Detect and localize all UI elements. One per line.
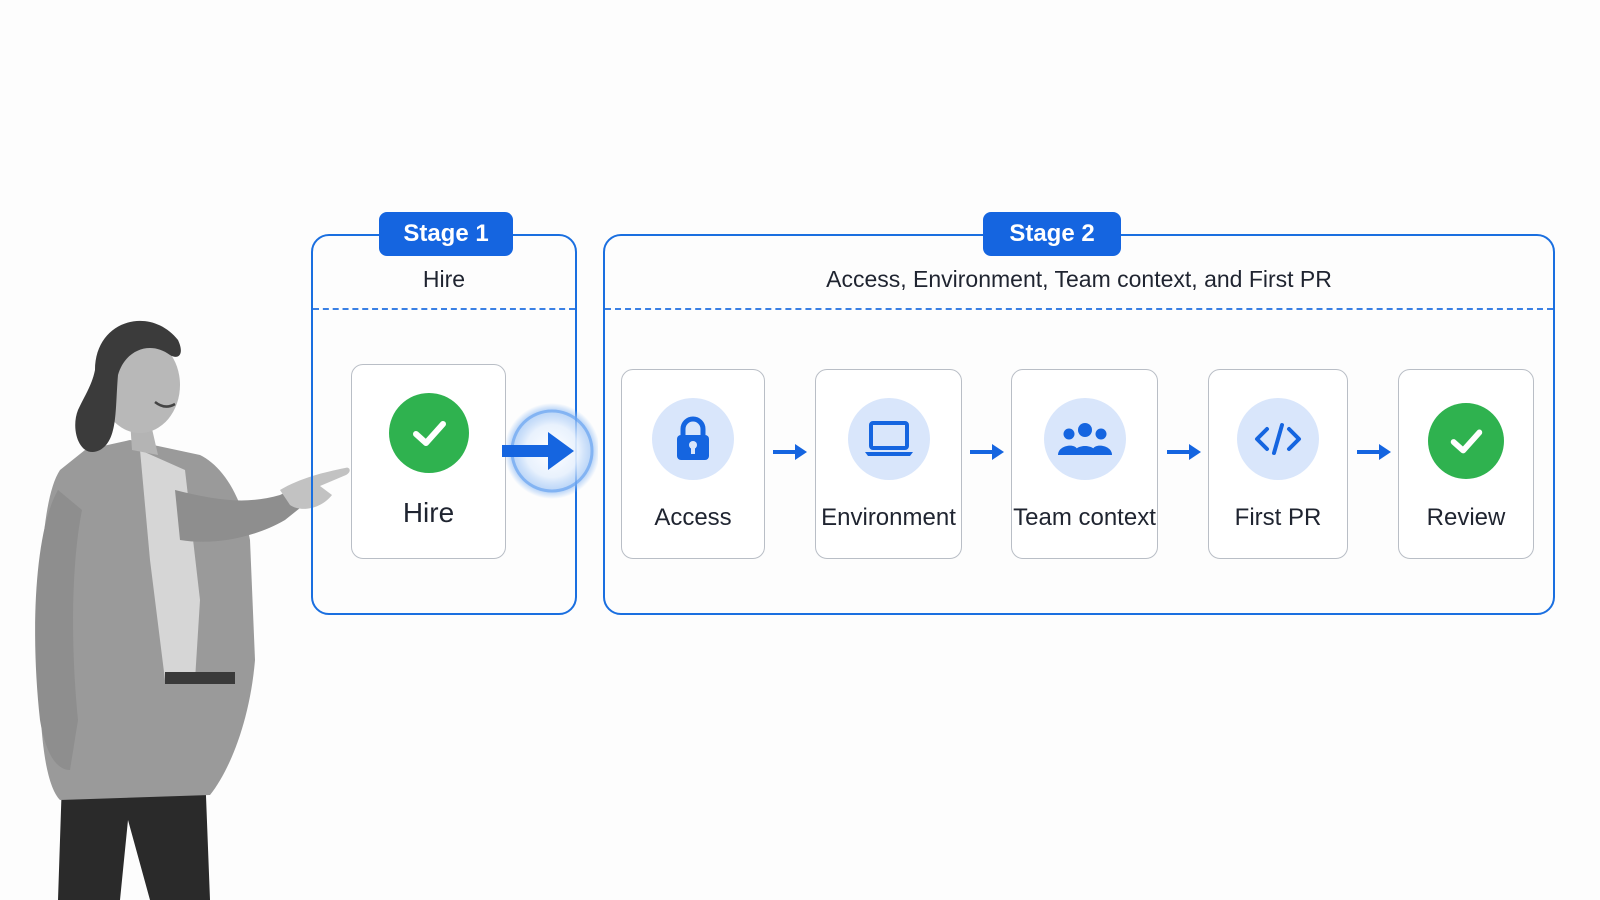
step-label-access: Access — [654, 504, 732, 531]
code-icon — [1237, 398, 1319, 480]
stage-2-badge: Stage 2 — [983, 212, 1121, 256]
check-icon — [1428, 403, 1504, 479]
step-card-first-pr: First PR — [1208, 369, 1348, 559]
stage-2-subtitle: Access, Environment, Team context, and F… — [826, 266, 1332, 292]
flow-arrow-icon — [1167, 444, 1201, 460]
stage-1-subtitle: Hire — [422, 266, 466, 292]
step-card-environment: Environment — [815, 369, 962, 559]
stage-2-divider — [605, 308, 1553, 310]
stage-1-divider — [313, 308, 575, 310]
step-card-hire: Hire — [351, 364, 506, 559]
stage-transition-arrow-icon — [502, 403, 598, 499]
flow-arrow-icon — [773, 444, 807, 460]
step-card-access: Access — [621, 369, 765, 559]
stage-1-badge: Stage 1 — [379, 212, 513, 256]
step-label-first-pr: First PR — [1234, 504, 1322, 531]
step-card-team-context: Team context — [1011, 369, 1158, 559]
flow-arrow-icon — [1357, 444, 1391, 460]
step-label-review: Review — [1426, 504, 1506, 531]
check-icon — [388, 393, 469, 473]
lock-icon — [652, 398, 734, 480]
step-label-team-context: Team context — [1013, 504, 1156, 531]
step-card-review: Review — [1398, 369, 1534, 559]
stage-2-panel: Stage 2 Access, Environment, Team contex… — [603, 212, 1555, 615]
step-label-environment: Environment — [821, 504, 956, 531]
laptop-icon — [847, 398, 930, 480]
flow-arrow-icon — [970, 444, 1004, 460]
team-icon — [1043, 398, 1126, 480]
step-label-hire: Hire — [402, 497, 455, 528]
